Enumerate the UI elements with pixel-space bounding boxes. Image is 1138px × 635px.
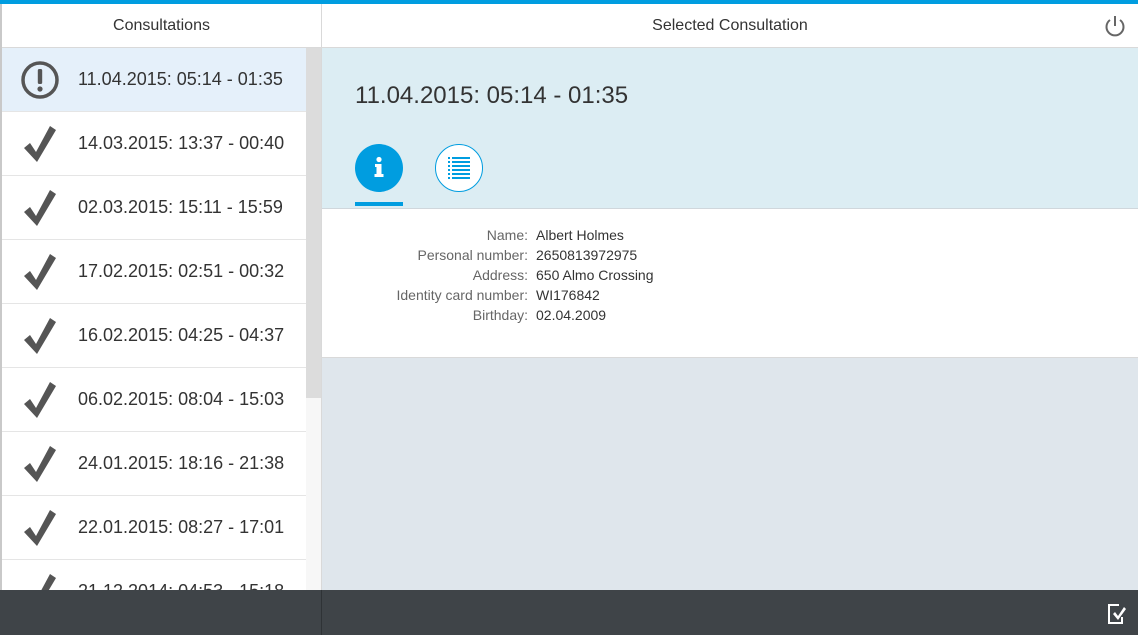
form-value: WI176842 (536, 287, 600, 303)
consultation-list: 11.04.2015: 05:14 - 01:35 14.03.2015: 13… (2, 48, 321, 590)
list-item[interactable]: 11.04.2015: 05:14 - 01:35 (2, 48, 307, 112)
object-header: 11.04.2015: 05:14 - 01:35 (322, 48, 1138, 209)
list-item-label: 16.02.2015: 04:25 - 04:37 (78, 325, 285, 345)
checkmark-icon (2, 240, 78, 304)
form-row-address: Address: 650 Almo Crossing (322, 265, 1138, 285)
list-icon (448, 157, 470, 179)
form-row-personal-number: Personal number: 2650813972975 (322, 245, 1138, 265)
form-row-identity-card: Identity card number: WI176842 (322, 285, 1138, 305)
object-title: 11.04.2015: 05:14 - 01:35 (355, 82, 629, 109)
footer-divider (321, 590, 322, 635)
patient-info-form: Name: Albert Holmes Personal number: 265… (322, 209, 1138, 358)
selected-tab-indicator (355, 202, 403, 206)
form-value: Albert Holmes (536, 227, 624, 243)
list-item[interactable]: 24.01.2015: 18:16 - 21:38 (2, 432, 307, 496)
list-item-label: 14.03.2015: 13:37 - 00:40 (78, 133, 285, 153)
list-item-label: 02.03.2015: 15:11 - 15:59 (78, 197, 283, 217)
power-icon[interactable] (1102, 13, 1128, 39)
master-title: Consultations (113, 16, 210, 34)
list-item[interactable]: 21.12.2014: 04:53 - 15:18 (2, 560, 307, 590)
master-pane: Consultations 11.04.2015: 05:14 - 01:35 … (0, 4, 322, 590)
form-row-birthday: Birthday: 02.04.2009 (322, 305, 1138, 325)
list-item[interactable]: 17.02.2015: 02:51 - 00:32 (2, 240, 307, 304)
approve-document-icon[interactable] (1104, 602, 1128, 626)
form-label: Identity card number: (396, 287, 528, 303)
list-item-label: 21.12.2014: 04:53 - 15:18 (78, 581, 284, 590)
form-label: Name: (486, 227, 528, 243)
checkmark-icon (2, 176, 78, 240)
form-value: 02.04.2009 (536, 307, 607, 323)
scrollbar-thumb[interactable] (306, 48, 321, 398)
detail-header: Selected Consultation (322, 4, 1138, 48)
checkmark-icon (2, 560, 78, 590)
list-item[interactable]: 14.03.2015: 13:37 - 00:40 (2, 112, 307, 176)
footer-toolbar (0, 590, 1138, 635)
form-row-name: Name: Albert Holmes (322, 225, 1138, 245)
list-item-label: 06.02.2015: 08:04 - 15:03 (78, 389, 285, 409)
form-label: Address: (472, 267, 528, 283)
checkmark-icon (2, 432, 78, 496)
checkmark-icon (2, 304, 78, 368)
tab-list[interactable] (435, 144, 483, 192)
list-item[interactable]: 02.03.2015: 15:11 - 15:59 (2, 176, 307, 240)
list-item-label: 11.04.2015: 05:14 - 01:35 (78, 69, 283, 89)
list-item-label: 17.02.2015: 02:51 - 00:32 (78, 261, 285, 281)
form-label: Birthday: (472, 307, 528, 323)
form-value: 2650813972975 (536, 247, 638, 263)
detail-pane: Selected Consultation 11.04.2015: 05:14 … (322, 4, 1138, 590)
detail-title: Selected Consultation (652, 16, 808, 34)
list-item[interactable]: 16.02.2015: 04:25 - 04:37 (2, 304, 307, 368)
list-item-label: 24.01.2015: 18:16 - 21:38 (78, 453, 285, 473)
form-label: Personal number: (417, 247, 528, 263)
list-item-label: 22.01.2015: 08:27 - 17:01 (78, 517, 285, 537)
list-item[interactable]: 06.02.2015: 08:04 - 15:03 (2, 368, 307, 432)
list-item[interactable]: 22.01.2015: 08:27 - 17:01 (2, 496, 307, 560)
scrollbar-track[interactable] (306, 48, 321, 590)
checkmark-icon (2, 112, 78, 176)
checkmark-icon (2, 368, 78, 432)
tab-info[interactable] (355, 144, 403, 192)
master-header: Consultations (2, 4, 321, 48)
checkmark-icon (2, 496, 78, 560)
info-icon (374, 156, 384, 177)
form-value: 650 Almo Crossing (536, 267, 654, 283)
alert-icon (2, 48, 78, 112)
